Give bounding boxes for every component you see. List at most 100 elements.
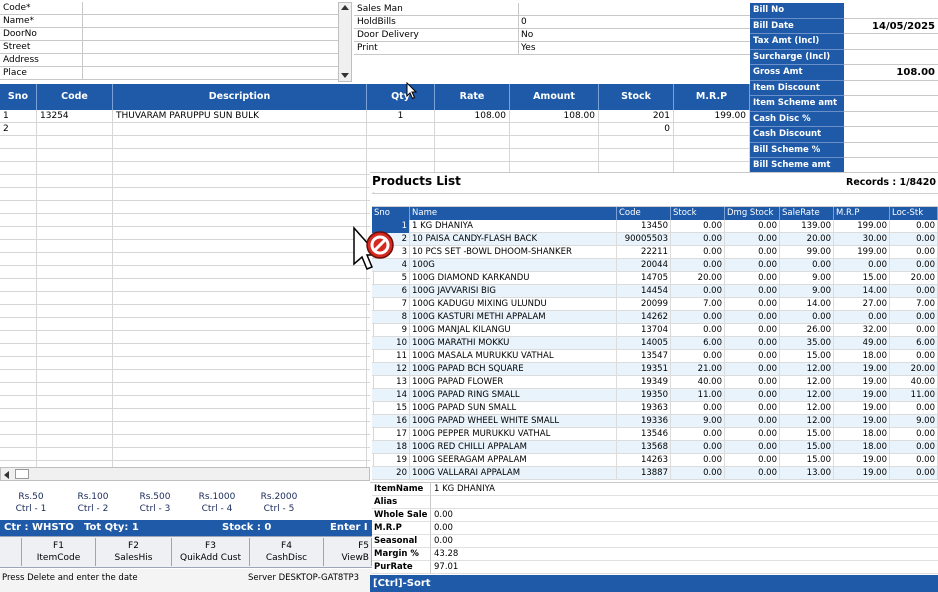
grid-cell[interactable] — [113, 201, 367, 214]
cash-discount-value[interactable] — [844, 127, 938, 143]
product-row[interactable]: 20 100G VALLARAI APPALAM 13887 0.00 0.00 13.0… — [372, 467, 938, 480]
pcol-loc-stk[interactable]: Loc-Stk — [890, 207, 938, 220]
grid-cell[interactable] — [0, 292, 37, 305]
grid-cell[interactable] — [37, 175, 113, 188]
col-description[interactable]: Description — [113, 84, 367, 110]
grid-cell[interactable] — [0, 357, 37, 370]
col-stock[interactable]: Stock — [599, 84, 674, 110]
table-row[interactable] — [0, 136, 750, 149]
grid-cell[interactable] — [37, 448, 113, 461]
scroll-thumb[interactable] — [15, 469, 29, 479]
grid-cell[interactable] — [113, 149, 367, 162]
grid-cell[interactable] — [0, 409, 37, 422]
table-row[interactable] — [0, 357, 374, 370]
grid-cell[interactable] — [113, 409, 367, 422]
product-row[interactable]: 3 10 PCS SET -BOWL DHOOM-SHANKER 22211 0.00… — [372, 246, 938, 259]
product-row[interactable]: 18 100G RED CHILLI APPALAM 13568 0.00 0.00 15… — [372, 441, 938, 454]
place-input[interactable] — [82, 67, 338, 80]
grid-cell[interactable] — [0, 214, 37, 227]
grid-cell[interactable] — [599, 136, 674, 149]
grid-cell[interactable] — [37, 266, 113, 279]
name-input[interactable] — [82, 15, 338, 28]
grid-cell[interactable] — [37, 331, 113, 344]
pcol-name[interactable]: Name — [410, 207, 617, 220]
scroll-up-icon[interactable] — [341, 5, 349, 10]
cell-qty[interactable]: 1 — [367, 110, 435, 123]
grid-cell[interactable] — [113, 331, 367, 344]
pcol-code[interactable]: Code — [617, 207, 671, 220]
table-row[interactable] — [0, 292, 374, 305]
grid-cell[interactable] — [0, 435, 37, 448]
grid-cell[interactable] — [37, 292, 113, 305]
denomination-100[interactable]: Rs.100 Ctrl - 2 — [62, 486, 124, 520]
col-mrp[interactable]: M.R.P — [674, 84, 750, 110]
grid-cell[interactable] — [37, 240, 113, 253]
grid-cell[interactable] — [37, 214, 113, 227]
denomination-50[interactable]: Rs.50 Ctrl - 1 — [0, 486, 62, 520]
table-row[interactable] — [0, 305, 374, 318]
cell-code[interactable]: 13254 — [37, 110, 113, 123]
grid-cell[interactable] — [113, 240, 367, 253]
table-row[interactable] — [0, 344, 374, 357]
grid-cell[interactable] — [435, 149, 510, 162]
table-row[interactable] — [0, 396, 374, 409]
pcol-dmg-stock[interactable]: Dmg Stock — [725, 207, 780, 220]
table-row[interactable] — [0, 188, 374, 201]
grid-cell[interactable] — [113, 227, 367, 240]
table-row[interactable] — [0, 227, 374, 240]
grid-cell[interactable] — [37, 188, 113, 201]
denomination-2000[interactable]: Rs.2000 Ctrl - 5 — [248, 486, 310, 520]
print-value[interactable]: Yes — [518, 42, 750, 55]
cell-rate[interactable]: 108.00 — [435, 110, 510, 123]
table-row[interactable] — [0, 214, 374, 227]
grid-cell[interactable] — [113, 435, 367, 448]
f2-saleshis-button[interactable]: F2 SalesHis — [96, 538, 172, 566]
grid-cell[interactable] — [37, 357, 113, 370]
grid-cell[interactable] — [37, 201, 113, 214]
table-row[interactable] — [0, 253, 374, 266]
grid-cell[interactable] — [0, 266, 37, 279]
grid-cell[interactable] — [37, 344, 113, 357]
customer-scrollbar[interactable] — [338, 2, 352, 82]
grid-cell[interactable] — [0, 227, 37, 240]
grid-cell[interactable] — [0, 175, 37, 188]
grid-cell[interactable] — [113, 357, 367, 370]
door-delivery-value[interactable]: No — [518, 29, 750, 42]
grid-cell[interactable] — [37, 409, 113, 422]
cash-disc-pct-value[interactable] — [844, 111, 938, 127]
street-input[interactable] — [82, 41, 338, 54]
grid-cell[interactable] — [37, 383, 113, 396]
product-row[interactable]: 9 100G MANJAL KILANGU 13704 0.00 0.00 26.00 32… — [372, 324, 938, 337]
cell-description[interactable] — [113, 123, 367, 136]
grid-cell[interactable] — [0, 201, 37, 214]
grid-cell[interactable] — [113, 188, 367, 201]
scroll-down-icon[interactable] — [341, 73, 349, 78]
denomination-500[interactable]: Rs.500 Ctrl - 3 — [124, 486, 186, 520]
grid-cell[interactable] — [113, 279, 367, 292]
item-discount-value[interactable] — [844, 80, 938, 96]
pcol-sno[interactable]: Sno — [372, 207, 410, 220]
table-row[interactable] — [0, 435, 374, 448]
grid-cell[interactable] — [113, 266, 367, 279]
grid-cell[interactable] — [37, 370, 113, 383]
grid-cell[interactable] — [0, 136, 37, 149]
cell-code[interactable] — [37, 123, 113, 136]
grid-cell[interactable] — [113, 383, 367, 396]
grid-cell[interactable] — [599, 149, 674, 162]
grid-cell[interactable] — [0, 331, 37, 344]
grid-cell[interactable] — [367, 149, 435, 162]
table-row[interactable]: 1 13254 THUVARAM PARUPPU SUN BULK 1 108.… — [0, 110, 750, 123]
table-row[interactable] — [0, 422, 374, 435]
doorno-input[interactable] — [82, 28, 338, 41]
grid-cell[interactable] — [37, 253, 113, 266]
grid-cell[interactable] — [0, 318, 37, 331]
table-row[interactable] — [0, 331, 374, 344]
product-row[interactable]: 4 100G 20044 0.00 0.00 0.00 0.00 0.00 — [372, 259, 938, 272]
product-row[interactable]: 10 100G MARATHI MOKKU 14005 6.00 0.00 35.00 49… — [372, 337, 938, 350]
grid-cell[interactable] — [113, 253, 367, 266]
grid-cell[interactable] — [113, 318, 367, 331]
grid-cell[interactable] — [0, 344, 37, 357]
grid-cell[interactable] — [37, 162, 113, 175]
grid-cell[interactable] — [510, 149, 599, 162]
product-row[interactable]: 5 100G DIAMOND KARKANDU 14705 20.00 0.00 9.00… — [372, 272, 938, 285]
